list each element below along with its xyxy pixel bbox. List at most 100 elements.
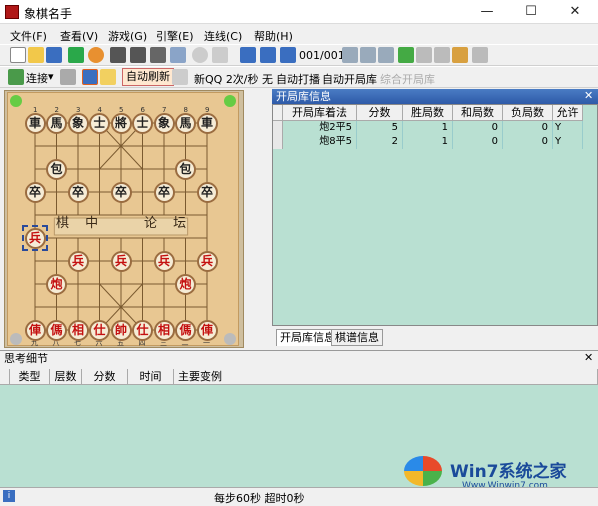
prev-step-icon[interactable] xyxy=(260,47,276,63)
table-cell[interactable]: 0 xyxy=(503,135,553,149)
speed-setting[interactable]: 新QQ 2次/秒 无 xyxy=(194,71,273,87)
red-piece[interactable]: 傌 xyxy=(175,319,196,341)
save-icon[interactable] xyxy=(46,47,62,63)
row-header[interactable] xyxy=(273,135,283,149)
black-piece[interactable]: 車 xyxy=(196,112,218,134)
red-piece[interactable]: 仕 xyxy=(132,319,153,341)
next-move-icon[interactable] xyxy=(342,47,358,63)
red-piece[interactable]: 兵 xyxy=(153,250,175,272)
black-piece[interactable]: 卒 xyxy=(196,181,218,203)
close-icon[interactable]: ✕ xyxy=(584,89,593,102)
tool-icon[interactable] xyxy=(60,69,76,85)
maximize-button[interactable]: ☐ xyxy=(509,0,553,24)
column-header[interactable]: 和局数 xyxy=(453,105,503,121)
menu-connect[interactable]: 连线(C) xyxy=(204,28,242,44)
info-icon[interactable]: i xyxy=(3,490,15,502)
monitor-icon[interactable] xyxy=(130,47,146,63)
red-piece[interactable]: 相 xyxy=(153,319,175,341)
auto-book-button[interactable]: 自动开局库 xyxy=(322,71,377,87)
black-piece[interactable]: 象 xyxy=(67,112,89,134)
table-cell[interactable]: 1 xyxy=(403,121,453,135)
board-edit-icon[interactable] xyxy=(398,47,414,63)
red-piece[interactable]: 傌 xyxy=(46,319,67,341)
table-cell[interactable]: 0 xyxy=(453,135,503,149)
table-cell[interactable]: 0 xyxy=(503,121,553,135)
black-piece[interactable]: 士 xyxy=(89,112,110,134)
row-header[interactable] xyxy=(273,121,283,135)
column-header[interactable]: 时间 xyxy=(128,369,174,385)
black-piece[interactable]: 士 xyxy=(132,112,153,134)
column-header[interactable]: 层数 xyxy=(50,369,82,385)
red-piece[interactable]: 俥 xyxy=(196,319,218,341)
black-piece[interactable]: 馬 xyxy=(175,112,196,134)
black-piece[interactable]: 卒 xyxy=(67,181,89,203)
column-header[interactable]: 分数 xyxy=(357,105,403,121)
pause-icon[interactable] xyxy=(212,47,228,63)
table-cell[interactable]: Y xyxy=(553,135,583,149)
magnifier-icon[interactable] xyxy=(100,69,116,85)
refresh-icon[interactable] xyxy=(172,69,188,85)
minimize-button[interactable]: — xyxy=(465,0,509,24)
paste-icon[interactable] xyxy=(434,47,450,63)
red-piece[interactable]: 兵 xyxy=(67,250,89,272)
monitor-red-icon[interactable] xyxy=(110,47,126,63)
column-header[interactable]: 负局数 xyxy=(503,105,553,121)
menu-game[interactable]: 游戏(G) xyxy=(108,28,147,44)
red-piece[interactable]: 仕 xyxy=(89,319,110,341)
copy-icon[interactable] xyxy=(416,47,432,63)
column-header[interactable]: 允许 xyxy=(553,105,583,121)
red-piece[interactable]: 炮 xyxy=(175,273,196,295)
black-piece[interactable]: 象 xyxy=(153,112,175,134)
red-piece[interactable]: 炮 xyxy=(46,273,67,295)
black-piece[interactable]: 車 xyxy=(24,112,46,134)
clock-icon[interactable] xyxy=(88,47,104,63)
column-header[interactable]: 类型 xyxy=(10,369,50,385)
menu-engine[interactable]: 引擎(E) xyxy=(156,28,194,44)
red-piece[interactable]: 相 xyxy=(67,319,89,341)
table-cell[interactable]: 0 xyxy=(453,121,503,135)
table-cell[interactable]: 1 xyxy=(403,135,453,149)
black-piece[interactable]: 包 xyxy=(46,158,67,180)
open-folder-icon[interactable] xyxy=(28,47,44,63)
column-header[interactable]: 主要变例 xyxy=(174,369,598,385)
engine-icon[interactable] xyxy=(68,47,84,63)
black-piece[interactable]: 卒 xyxy=(153,181,175,203)
next-step-icon[interactable] xyxy=(360,47,376,63)
black-piece[interactable]: 卒 xyxy=(110,181,132,203)
monitor-black-icon[interactable] xyxy=(150,47,166,63)
column-header[interactable]: 胜局数 xyxy=(403,105,453,121)
menu-view[interactable]: 查看(V) xyxy=(60,28,98,44)
auto-play-button[interactable]: 自动打播 xyxy=(276,71,320,87)
table-cell[interactable]: 2 xyxy=(357,135,403,149)
first-move-icon[interactable] xyxy=(240,47,256,63)
stop-icon[interactable] xyxy=(192,47,208,63)
table-cell[interactable]: Y xyxy=(553,121,583,135)
red-piece[interactable]: 俥 xyxy=(24,319,46,341)
engine-toggle-icon[interactable] xyxy=(82,69,98,85)
black-piece[interactable]: 馬 xyxy=(46,112,67,134)
red-piece[interactable]: 帥 xyxy=(110,319,132,341)
book-icon[interactable] xyxy=(452,47,468,63)
new-file-icon[interactable] xyxy=(10,47,26,63)
menu-file[interactable]: 文件(F) xyxy=(10,28,47,44)
red-piece[interactable]: 兵 xyxy=(196,250,218,272)
combined-book-button[interactable]: 综合开局库 xyxy=(380,71,435,87)
menu-help[interactable]: 帮助(H) xyxy=(254,28,293,44)
table-cell[interactable]: 炮2平5 xyxy=(283,121,357,135)
close-icon[interactable]: ✕ xyxy=(584,351,593,364)
tab-book-info[interactable]: 开局库信息 xyxy=(276,329,339,346)
black-piece[interactable]: 卒 xyxy=(24,181,46,203)
black-piece[interactable]: 將 xyxy=(110,112,132,134)
black-piece[interactable]: 包 xyxy=(175,158,196,180)
prev-move-icon[interactable] xyxy=(280,47,296,63)
auto-refresh-button[interactable]: 自动刷新 xyxy=(122,68,174,86)
column-header[interactable]: 开局库着法 xyxy=(283,105,357,121)
search-icon[interactable] xyxy=(170,47,186,63)
column-header[interactable]: 分数 xyxy=(82,369,128,385)
connect-icon[interactable] xyxy=(8,69,24,85)
tab-record-info[interactable]: 棋谱信息 xyxy=(331,329,383,346)
print-icon[interactable] xyxy=(472,47,488,63)
chevron-down-icon[interactable]: ▾ xyxy=(48,70,54,83)
table-cell[interactable]: 炮8平5 xyxy=(283,135,357,149)
red-piece[interactable]: 兵 xyxy=(110,250,132,272)
